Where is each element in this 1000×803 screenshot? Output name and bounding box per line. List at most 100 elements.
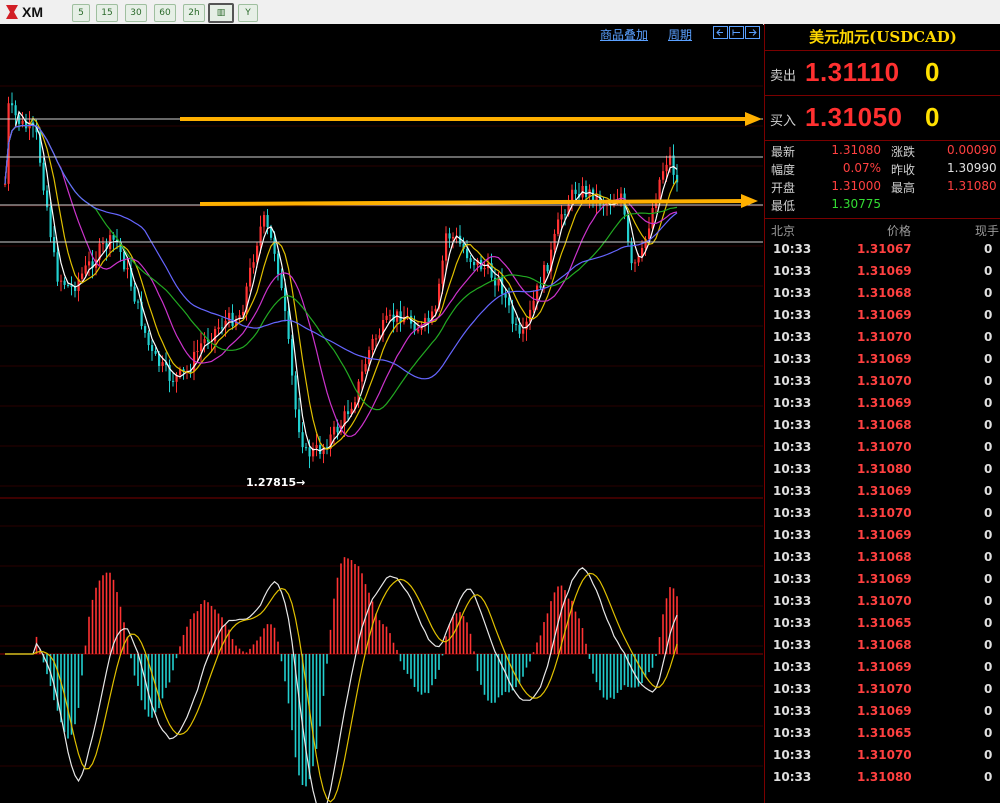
filter-button[interactable]: Y — [238, 4, 258, 22]
tick-volume: 0 — [984, 440, 993, 454]
tick-volume: 0 — [984, 352, 993, 366]
tick-row: 10:33 1.31069 0 — [765, 392, 1000, 414]
stat-low-label: 最低 — [771, 199, 796, 213]
tick-time: 10:33 — [773, 286, 812, 300]
tick-price: 1.31068 — [857, 638, 912, 652]
candle — [564, 214, 567, 216]
candle — [280, 274, 283, 289]
candle — [648, 228, 651, 239]
tick-price: 1.31069 — [857, 352, 912, 366]
stat-high-label: 最高 — [891, 181, 916, 195]
candle — [63, 280, 66, 285]
period-2h-button[interactable]: 2h — [183, 4, 205, 22]
tick-volume: 0 — [984, 638, 993, 652]
tick-row: 10:33 1.31069 0 — [765, 524, 1000, 546]
tick-row: 10:33 1.31068 0 — [765, 414, 1000, 436]
tick-volume: 0 — [984, 264, 993, 278]
tick-price: 1.31065 — [857, 616, 912, 630]
stat-high-value: 1.31080 — [947, 179, 997, 193]
period-30-button[interactable]: 30 — [125, 4, 147, 22]
tick-list[interactable]: 10:33 1.31067 0 10:33 1.31069 0 10:33 1.31068 0 1… — [765, 238, 1000, 803]
stat-latest-value: 1.31080 — [831, 143, 881, 157]
tick-volume: 0 — [984, 704, 993, 718]
candle — [298, 409, 301, 433]
stat-prevclose-value: 1.30990 — [947, 161, 997, 175]
candle — [333, 426, 336, 435]
buy-row[interactable]: 买入 1.31050 0 — [765, 96, 1000, 141]
candle — [151, 345, 154, 351]
tick-volume: 0 — [984, 396, 993, 410]
candle — [483, 267, 486, 270]
candle — [266, 215, 269, 228]
candle — [539, 285, 542, 288]
candle — [49, 207, 52, 238]
candle — [655, 200, 658, 209]
candle — [263, 215, 266, 227]
tick-time: 10:33 — [773, 704, 812, 718]
candle — [434, 308, 437, 312]
candle — [385, 315, 388, 321]
candle — [308, 447, 311, 457]
candle — [273, 237, 276, 254]
tick-row: 10:33 1.31080 0 — [765, 458, 1000, 480]
stat-prevclose-label: 昨收 — [891, 163, 916, 177]
candle — [4, 183, 7, 185]
toolbar: XM 5 15 30 60 2h ▥ Y — [0, 0, 1000, 25]
stat-open-value: 1.31000 — [831, 179, 881, 193]
candle — [473, 261, 476, 266]
tick-time: 10:33 — [773, 572, 812, 586]
candle — [518, 324, 521, 334]
candle — [277, 253, 280, 275]
tick-volume: 0 — [984, 572, 993, 586]
tick-volume: 0 — [984, 374, 993, 388]
ma-line-yellow — [4, 117, 678, 450]
period-5-button[interactable]: 5 — [72, 4, 90, 22]
candle — [305, 447, 308, 449]
tick-row: 10:33 1.31070 0 — [765, 590, 1000, 612]
tick-price: 1.31069 — [857, 572, 912, 586]
sell-row[interactable]: 卖出 1.31110 0 — [765, 51, 1000, 96]
tick-row: 10:33 1.31065 0 — [765, 722, 1000, 744]
candle — [672, 155, 675, 175]
candle — [203, 339, 206, 344]
candle — [347, 411, 350, 415]
candle — [445, 233, 448, 261]
chart-area[interactable]: 商品叠加 周期 1.27815→ — [0, 24, 763, 803]
candle — [658, 179, 661, 201]
stat-latest-label: 最新 — [771, 145, 796, 159]
tick-volume: 0 — [984, 748, 993, 762]
tick-price: 1.31070 — [857, 682, 912, 696]
buy-volume: 0 — [925, 102, 940, 132]
tick-row: 10:33 1.31069 0 — [765, 568, 1000, 590]
tick-time: 10:33 — [773, 550, 812, 564]
tick-price: 1.31068 — [857, 418, 912, 432]
candle — [144, 326, 147, 333]
stat-low-value: 1.30775 — [831, 197, 881, 211]
period-60-button[interactable]: 60 — [154, 4, 176, 22]
candle — [585, 185, 588, 198]
stat-change-label: 涨跌 — [891, 145, 916, 159]
tick-time: 10:33 — [773, 440, 812, 454]
candle — [441, 260, 444, 284]
tick-row: 10:33 1.31070 0 — [765, 370, 1000, 392]
stats-block: 最新 1.31080 涨跌 0.00090 幅度 0.07% 昨收 1.3099… — [765, 140, 1000, 219]
tick-price: 1.31069 — [857, 308, 912, 322]
candle — [336, 426, 339, 433]
candle — [287, 311, 290, 339]
candle — [301, 432, 304, 448]
candle — [529, 309, 532, 322]
candle — [259, 226, 262, 246]
period-4h-button[interactable]: ▥ — [208, 3, 234, 23]
candle — [469, 258, 472, 262]
candle — [252, 262, 255, 268]
tick-time: 10:33 — [773, 484, 812, 498]
tick-row: 10:33 1.31069 0 — [765, 304, 1000, 326]
tick-volume: 0 — [984, 660, 993, 674]
quote-panel: 美元加元(USDCAD) 卖出 1.31110 0 买入 1.31050 0 最… — [764, 24, 1000, 803]
tick-volume: 0 — [984, 594, 993, 608]
candle — [417, 329, 420, 332]
tick-volume: 0 — [984, 550, 993, 564]
candle — [214, 329, 217, 342]
tick-volume: 0 — [984, 682, 993, 696]
period-15-button[interactable]: 15 — [96, 4, 118, 22]
